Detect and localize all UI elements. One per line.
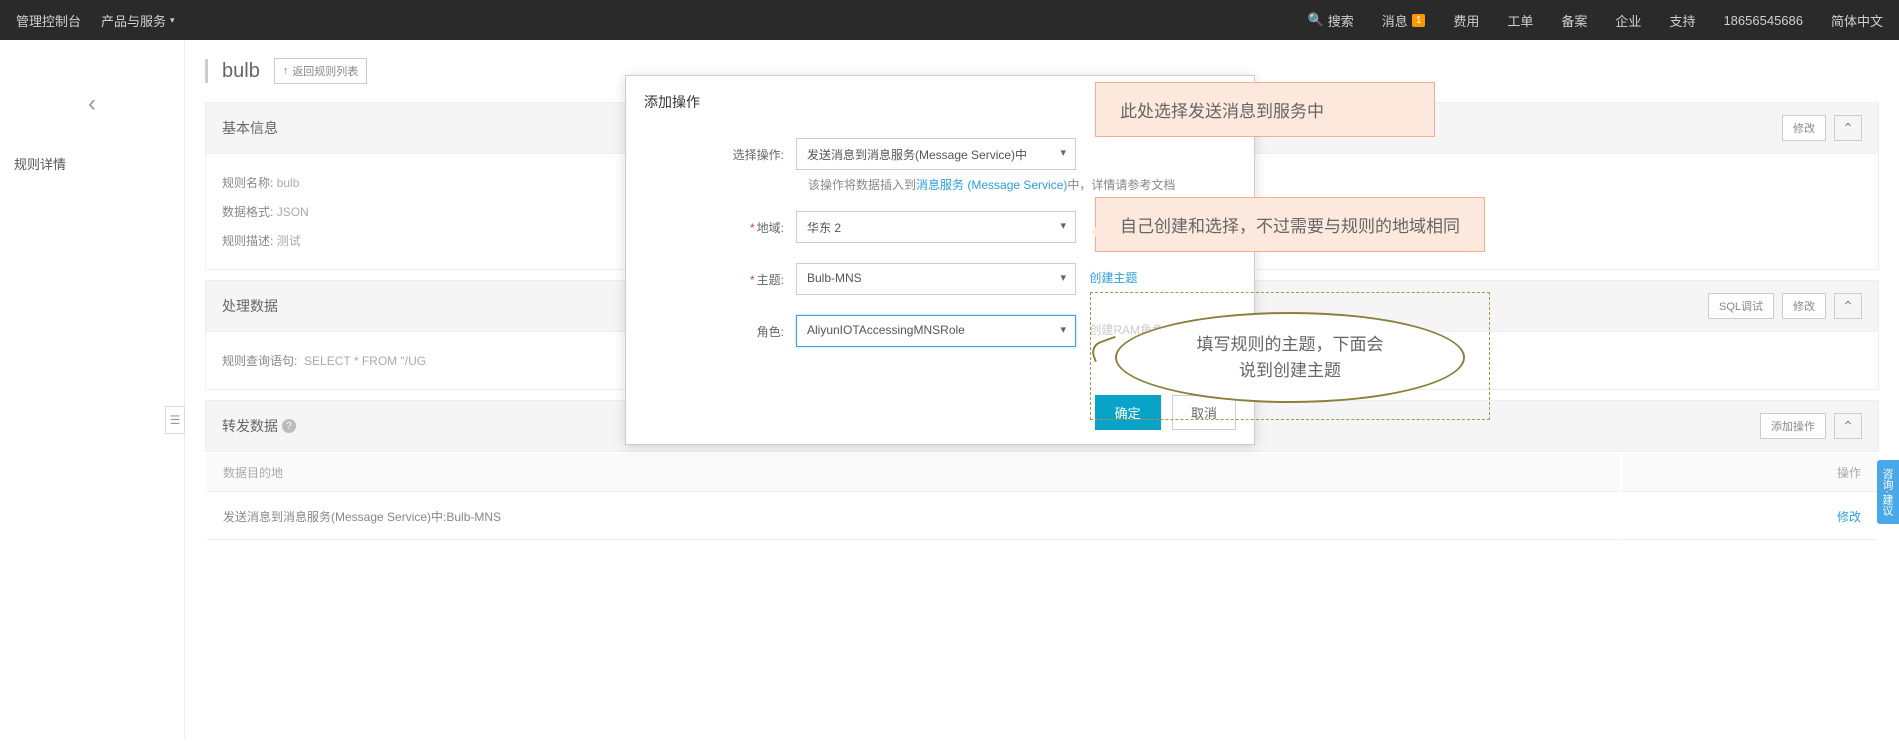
format-value: JSON — [277, 205, 309, 219]
process-modify-button[interactable]: 修改 — [1782, 293, 1826, 319]
format-label: 数据格式: — [222, 205, 273, 219]
nav-messages-label: 消息 — [1382, 11, 1408, 30]
nav-filing[interactable]: 备案 — [1561, 11, 1587, 30]
mns-doc-link[interactable]: 消息服务 (Message Service) — [916, 178, 1067, 192]
create-topic-link[interactable]: 创建主题 — [1089, 271, 1137, 285]
rule-name-value: bulb — [277, 176, 300, 190]
nav-products-label: 产品与服务 — [101, 11, 166, 30]
feedback-tab[interactable]: 咨询·建议 — [1877, 460, 1899, 524]
desc-label: 规则描述: — [222, 234, 273, 248]
annotation-callout-2: 自己创建和选择，不过需要与规则的地域相同 — [1095, 197, 1485, 252]
collapse-icon[interactable]: ⌃ — [1834, 115, 1862, 141]
add-action-button[interactable]: 添加操作 — [1760, 413, 1826, 439]
nav-search-label: 搜索 — [1328, 11, 1354, 30]
nav-enterprise[interactable]: 企业 — [1615, 11, 1641, 30]
basic-modify-button[interactable]: 修改 — [1782, 115, 1826, 141]
topic-select[interactable]: Bulb-MNS — [796, 263, 1076, 295]
collapse-icon[interactable]: ⌃ — [1834, 413, 1862, 439]
col-action: 操作 — [1622, 454, 1877, 492]
collapse-icon[interactable]: ⌃ — [1834, 293, 1862, 319]
annotation-bubble-1: 填写规则的主题，下面会 说到创建主题 — [1115, 312, 1465, 403]
topic-label: 主题: — [757, 273, 784, 287]
role-label: 角色: — [666, 323, 796, 340]
panel-basic-title: 基本信息 — [222, 118, 278, 138]
sidebar-item-rule-detail[interactable]: 规则详情 — [0, 146, 184, 181]
region-label: 地域: — [757, 221, 784, 235]
query-value: SELECT * FROM "/UG — [304, 354, 426, 368]
nav-search[interactable]: 🔍 搜索 — [1308, 11, 1354, 30]
chevron-down-icon: ▾ — [170, 15, 175, 26]
nav-tickets[interactable]: 工单 — [1507, 11, 1533, 30]
role-select[interactable]: AliyunIOTAccessingMNSRole — [796, 315, 1076, 347]
query-label: 规则查询语句: — [222, 354, 297, 368]
page-title: bulb — [222, 60, 260, 83]
cancel-button[interactable]: 取消 — [1172, 395, 1236, 430]
back-icon[interactable]: ‹ — [0, 80, 184, 146]
panel-forward-title: 转发数据 — [222, 416, 278, 436]
title-bar-icon — [205, 59, 208, 83]
ok-button[interactable]: 确定 — [1095, 395, 1161, 430]
dest-value: 发送消息到消息服务(Message Service)中:Bulb-MNS — [207, 494, 1620, 540]
sidebar-toggle[interactable]: ☰ — [165, 406, 185, 434]
row-modify-link[interactable]: 修改 — [1837, 510, 1861, 524]
messages-badge: 1 — [1412, 14, 1426, 27]
nav-support[interactable]: 支持 — [1669, 11, 1695, 30]
desc-value: 测试 — [277, 234, 301, 248]
search-icon: 🔍 — [1308, 12, 1324, 28]
op-description: 该操作将数据插入到消息服务 (Message Service)中，详情请参考文档 — [666, 176, 1214, 193]
nav-messages[interactable]: 消息 1 — [1382, 11, 1426, 30]
col-dest: 数据目的地 — [207, 454, 1620, 492]
rule-name-label: 规则名称: — [222, 176, 273, 190]
operation-select[interactable]: 发送消息到消息服务(Message Service)中 — [796, 138, 1076, 170]
nav-fees[interactable]: 费用 — [1453, 11, 1479, 30]
annotation-callout-1: 此处选择发送消息到服务中 — [1095, 82, 1435, 137]
panel-process-title: 处理数据 — [222, 296, 278, 316]
nav-products[interactable]: 产品与服务 ▾ — [101, 11, 175, 30]
sql-debug-button[interactable]: SQL调试 — [1708, 293, 1774, 319]
nav-console[interactable]: 管理控制台 — [16, 11, 81, 30]
content-area: bulb ↑ 返回规则列表 基本信息 修改 ⌃ 规则名称: bulb 数据格式:… — [185, 40, 1899, 740]
up-arrow-icon: ↑ — [283, 65, 289, 77]
top-nav: 管理控制台 产品与服务 ▾ 🔍 搜索 消息 1 费用 工单 备案 企业 支持 1… — [0, 0, 1899, 40]
nav-lang[interactable]: 简体中文 — [1831, 11, 1883, 30]
table-row: 发送消息到消息服务(Message Service)中:Bulb-MNS 修改 — [207, 494, 1877, 540]
nav-account[interactable]: 18656545686 — [1723, 13, 1803, 28]
help-icon[interactable]: ? — [282, 419, 296, 433]
forward-table: 数据目的地 操作 发送消息到消息服务(Message Service)中:Bul… — [205, 452, 1879, 542]
back-to-list-label: 返回规则列表 — [292, 63, 358, 79]
region-select[interactable]: 华东 2 — [796, 211, 1076, 243]
op-label: 选择操作: — [666, 146, 796, 163]
side-nav: ‹ 规则详情 — [0, 40, 185, 740]
back-to-list-button[interactable]: ↑ 返回规则列表 — [274, 58, 368, 84]
